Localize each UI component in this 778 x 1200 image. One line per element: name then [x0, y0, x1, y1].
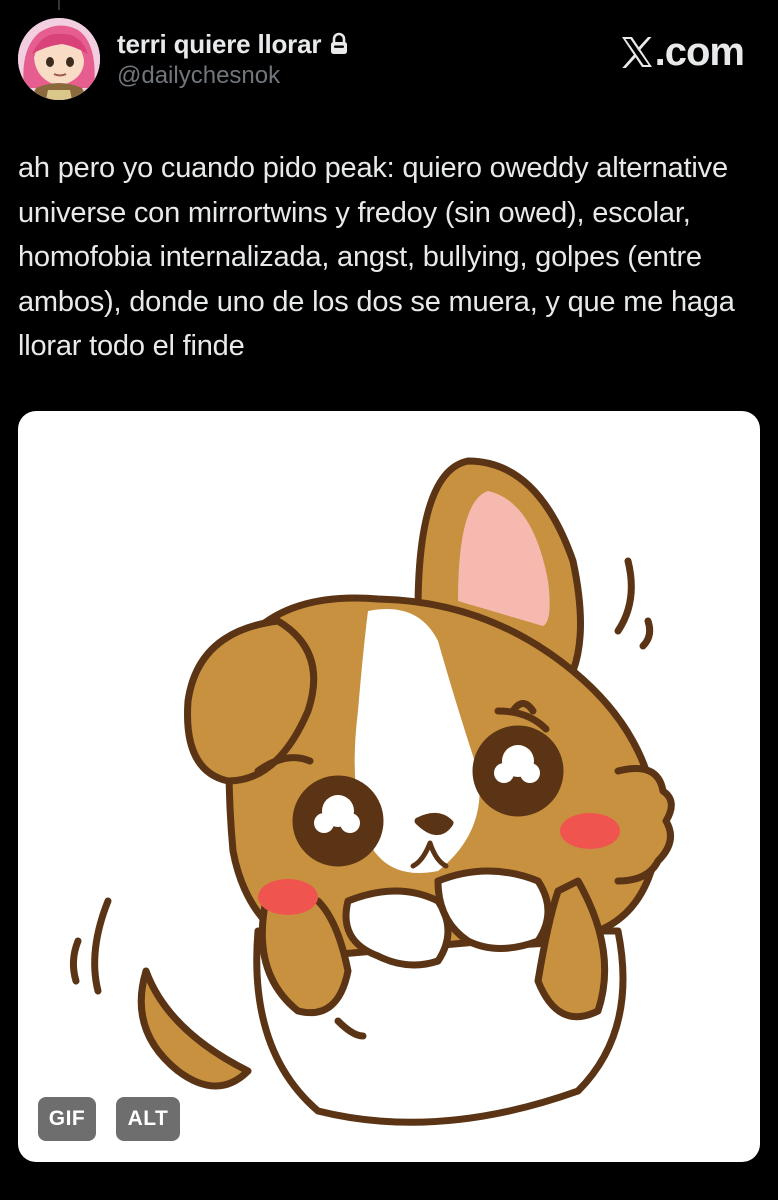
user-handle[interactable]: @dailychesnok [117, 62, 349, 90]
gif-badge[interactable]: GIF [38, 1097, 96, 1141]
x-com-watermark: .com [620, 29, 745, 74]
x-logo-icon [621, 37, 652, 68]
thread-connector-line [58, 0, 60, 10]
tweet-header: terri quiere llorar @dailychesnok .com [18, 18, 760, 102]
tweet-text: ah pero yo cuando pido peak: quiero owed… [18, 152, 735, 362]
alt-text-badge[interactable]: ALT [116, 1097, 180, 1141]
lock-icon [329, 32, 349, 56]
avatar[interactable] [18, 18, 100, 100]
anime-avatar-icon [18, 18, 100, 100]
brand-suffix: .com [654, 29, 745, 74]
display-name-row: terri quiere llorar [117, 28, 349, 60]
display-name[interactable]: terri quiere llorar [117, 29, 321, 60]
user-names: terri quiere llorar @dailychesnok [117, 28, 349, 90]
tweet-media[interactable]: GIF ALT [18, 411, 760, 1162]
crying-puppy-illustration-icon [69, 457, 675, 1126]
